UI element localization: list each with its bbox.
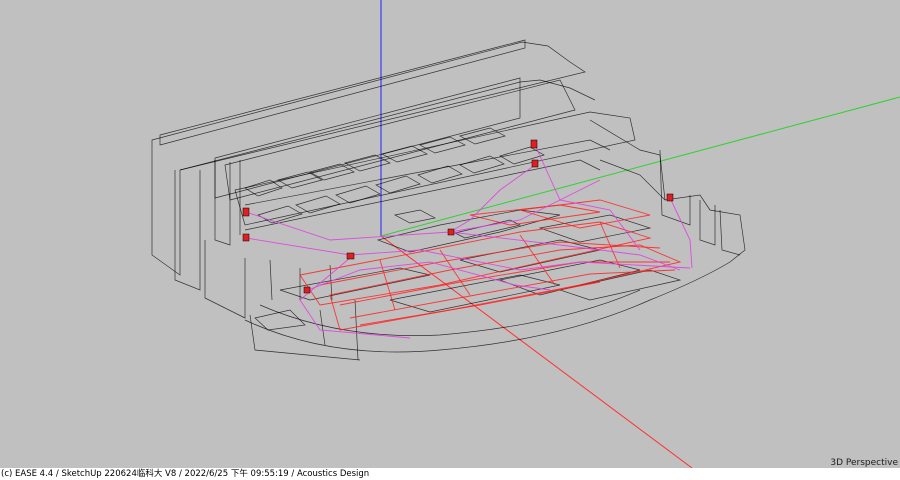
loudspeaker-icon — [447, 228, 455, 236]
status-text: (c) EASE 4.4 / SketchUp 220624临科大 V8 / 2… — [1, 469, 370, 479]
loudspeaker-icon — [531, 159, 539, 168]
loudspeaker-icon — [666, 193, 674, 202]
loudspeaker-icon — [242, 207, 250, 217]
3d-viewport[interactable]: 3D Perspective — [0, 0, 900, 468]
loudspeaker-icon — [242, 233, 250, 242]
wireframe-scene[interactable] — [0, 0, 900, 468]
view-mode-label: 3D Perspective — [830, 458, 898, 468]
status-bar: (c) EASE 4.4 / SketchUp 220624临科大 V8 / 2… — [0, 468, 900, 480]
hall-wireframe — [151, 39, 746, 361]
loudspeaker-icon — [303, 286, 311, 294]
y-axis — [380, 96, 900, 237]
loudspeaker-icon — [530, 139, 538, 149]
loudspeaker-icon — [346, 252, 355, 260]
